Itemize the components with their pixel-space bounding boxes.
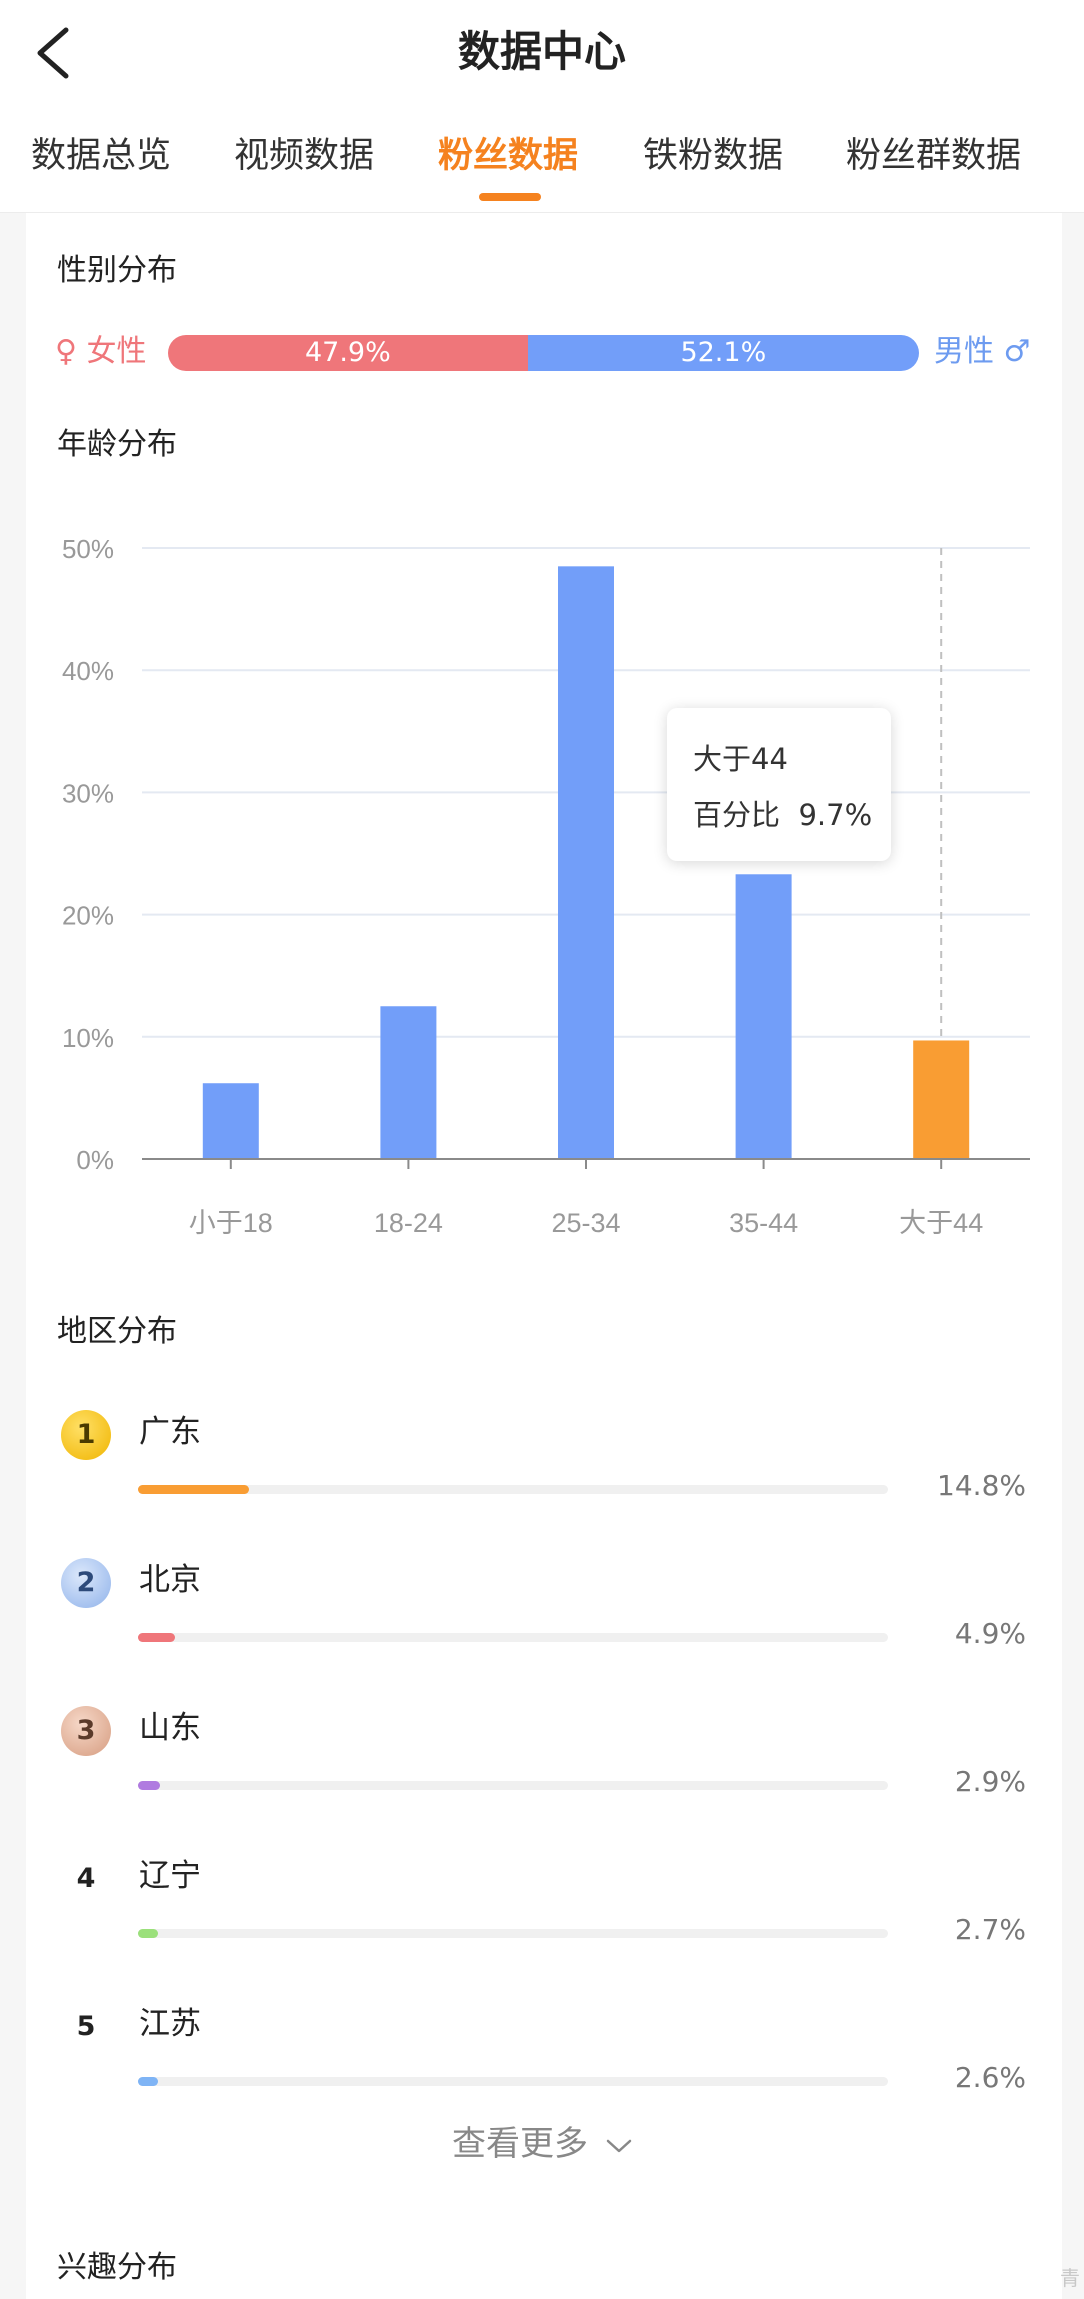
age-bar xyxy=(380,1006,437,1159)
tooltip-value-row: 百分比 9.7% xyxy=(693,792,872,834)
region-progress-fill xyxy=(138,1781,160,1790)
view-more-button[interactable]: 查看更多 xyxy=(452,2119,633,2169)
x-tick-label: 35-44 xyxy=(729,1208,798,1238)
region-rank-badge: 4 xyxy=(76,1863,96,1894)
interest-section-title: 兴趣分布 xyxy=(57,2250,177,2285)
tooltip-label: 百分比 xyxy=(693,798,781,832)
region-name: 广东 xyxy=(139,1414,201,1450)
tooltip-value: 9.7% xyxy=(798,798,873,832)
region-rank-badge: 5 xyxy=(76,2011,96,2042)
tooltip-category: 大于44 xyxy=(693,742,788,776)
region-percentage: 2.6% xyxy=(954,2061,1026,2094)
region-progress-fill xyxy=(138,1633,175,1642)
y-tick-label: 10% xyxy=(62,1023,114,1053)
x-tick-label: 25-34 xyxy=(551,1208,620,1238)
y-tick-label: 40% xyxy=(62,656,114,686)
region-percentage: 14.8% xyxy=(937,1469,1026,1502)
age-bar xyxy=(558,566,614,1159)
region-rank-badge: 2 xyxy=(61,1558,111,1608)
age-bar xyxy=(202,1083,259,1159)
age-bar xyxy=(735,874,792,1159)
region-name: 辽宁 xyxy=(139,1858,201,1894)
y-tick-label: 50% xyxy=(62,534,114,564)
chart-tooltip: 大于44 百分比 9.7% xyxy=(667,708,891,861)
region-progress-fill xyxy=(138,1485,249,1494)
watermark: 青 xyxy=(1060,2266,1080,2290)
region-progress-track xyxy=(138,1929,888,1938)
region-percentage: 2.9% xyxy=(954,1765,1026,1798)
region-percentage: 4.9% xyxy=(954,1617,1026,1650)
region-section-title: 地区分布 xyxy=(57,1314,177,1349)
x-tick-label: 小于18 xyxy=(189,1208,273,1238)
x-tick-label: 18-24 xyxy=(374,1208,443,1238)
y-tick-label: 0% xyxy=(76,1145,114,1175)
region-name: 北京 xyxy=(139,1562,201,1598)
y-tick-label: 30% xyxy=(62,778,114,808)
region-name: 山东 xyxy=(139,1710,201,1746)
region-progress-fill xyxy=(138,2077,158,2086)
region-percentage: 2.7% xyxy=(954,1913,1026,1946)
chevron-down-icon xyxy=(606,2139,632,2152)
region-progress-track xyxy=(138,1781,888,1790)
region-progress-track xyxy=(138,2077,888,2086)
view-more-label: 查看更多 xyxy=(452,2124,588,2164)
region-rank-badge: 3 xyxy=(61,1706,111,1756)
y-tick-label: 20% xyxy=(62,901,114,931)
x-tick-label: 大于44 xyxy=(899,1208,983,1238)
region-name: 江苏 xyxy=(139,2006,201,2042)
region-progress-track xyxy=(138,1633,888,1642)
age-bar-chart: 0% 10% 20% 30% 40% 50% 小于18 18-24 25-34 35-44 大于44 xyxy=(62,534,1030,1238)
region-rank-badge: 1 xyxy=(61,1410,111,1460)
region-progress-track xyxy=(138,1485,888,1494)
region-progress-fill xyxy=(138,1929,159,1938)
age-bar xyxy=(913,1040,970,1159)
